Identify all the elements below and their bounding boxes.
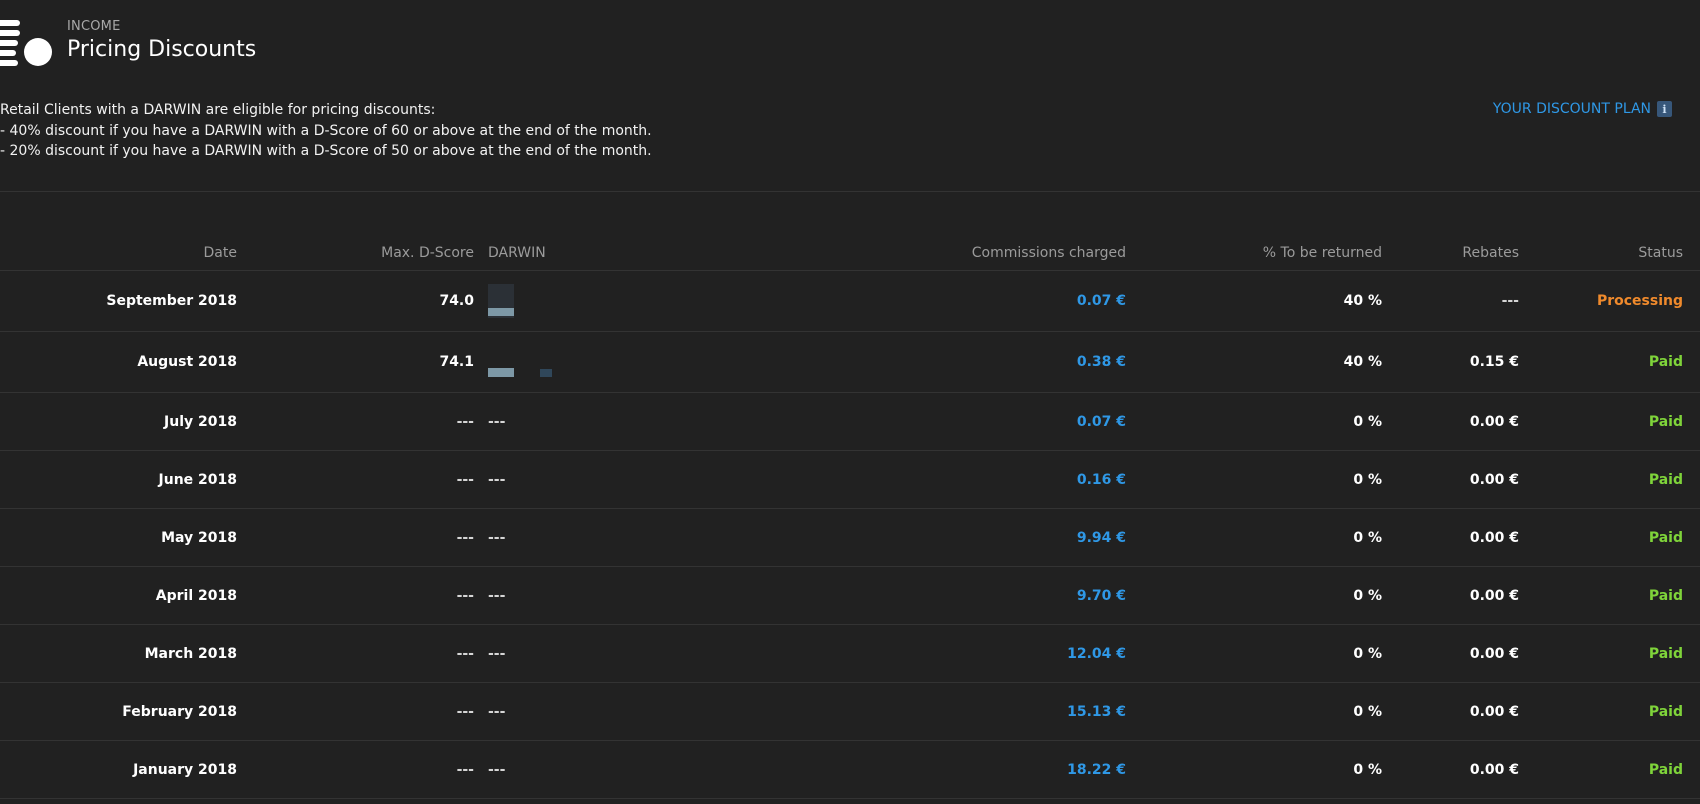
row-returned: 0 % bbox=[1126, 508, 1382, 567]
page-header: INCOME Pricing Discounts bbox=[0, 18, 400, 70]
row-dscore: --- bbox=[237, 392, 474, 451]
status-badge: Paid bbox=[1519, 331, 1700, 393]
coins-icon bbox=[0, 20, 54, 68]
row-darwin: --- bbox=[474, 682, 564, 741]
row-dscore: --- bbox=[237, 508, 474, 567]
row-commissions: 12.04 € bbox=[564, 624, 1126, 683]
table-row[interactable]: May 2018 --- --- 9.94 € 0 % 0.00 € Paid bbox=[0, 508, 1700, 567]
divider bbox=[0, 191, 1700, 192]
row-commissions: 0.16 € bbox=[564, 450, 1126, 509]
row-rebates: 0.00 € bbox=[1382, 392, 1519, 451]
row-returned: 0 % bbox=[1126, 566, 1382, 625]
table-row[interactable]: April 2018 --- --- 9.70 € 0 % 0.00 € Pai… bbox=[0, 566, 1700, 625]
column-header-rebates[interactable]: Rebates bbox=[1382, 236, 1519, 271]
sparkline-bar bbox=[540, 369, 552, 377]
table-row[interactable]: February 2018 --- --- 15.13 € 0 % 0.00 €… bbox=[0, 682, 1700, 741]
row-dscore: 74.0 bbox=[237, 270, 474, 332]
discounts-table: Date Max. D-Score DARWIN Commissions cha… bbox=[0, 236, 1700, 799]
page-title: Pricing Discounts bbox=[67, 37, 257, 62]
row-returned: 40 % bbox=[1126, 270, 1382, 332]
row-returned: 0 % bbox=[1126, 450, 1382, 509]
discount-plan-label[interactable]: YOUR DISCOUNT PLAN bbox=[1493, 101, 1651, 117]
intro-line: Retail Clients with a DARWIN are eligibl… bbox=[0, 102, 436, 118]
row-commissions: 0.07 € bbox=[564, 392, 1126, 451]
row-darwin: --- bbox=[474, 450, 564, 509]
row-darwin[interactable] bbox=[474, 331, 564, 393]
row-rebates: 0.00 € bbox=[1382, 566, 1519, 625]
table-row[interactable]: September 2018 74.0 0.07 € 40 % --- Proc… bbox=[0, 270, 1700, 332]
sparkline-bar bbox=[488, 308, 514, 316]
row-rebates: 0.00 € bbox=[1382, 508, 1519, 567]
row-darwin: --- bbox=[474, 392, 564, 451]
darwin-sparkline[interactable] bbox=[488, 283, 556, 319]
column-header-dscore[interactable]: Max. D-Score bbox=[237, 236, 474, 271]
page-eyebrow: INCOME bbox=[67, 19, 121, 34]
row-commissions: 0.07 € bbox=[564, 270, 1126, 332]
row-date: August 2018 bbox=[0, 331, 237, 393]
status-badge: Paid bbox=[1519, 682, 1700, 741]
row-dscore: --- bbox=[237, 624, 474, 683]
row-darwin: --- bbox=[474, 740, 564, 799]
row-rebates: 0.15 € bbox=[1382, 331, 1519, 393]
status-badge: Paid bbox=[1519, 566, 1700, 625]
row-returned: 0 % bbox=[1126, 624, 1382, 683]
row-date: April 2018 bbox=[0, 566, 237, 625]
row-rebates: 0.00 € bbox=[1382, 740, 1519, 799]
column-header-status[interactable]: Status bbox=[1519, 236, 1700, 271]
row-returned: 40 % bbox=[1126, 331, 1382, 393]
row-darwin: --- bbox=[474, 624, 564, 683]
table-row[interactable]: January 2018 --- --- 18.22 € 0 % 0.00 € … bbox=[0, 740, 1700, 799]
row-commissions: 9.94 € bbox=[564, 508, 1126, 567]
column-header-date[interactable]: Date bbox=[0, 236, 237, 271]
row-darwin: --- bbox=[474, 508, 564, 567]
row-date: July 2018 bbox=[0, 392, 237, 451]
table-row[interactable]: August 2018 74.1 0.38 € 40 % 0.15 € Paid bbox=[0, 331, 1700, 393]
row-commissions: 9.70 € bbox=[564, 566, 1126, 625]
row-date: May 2018 bbox=[0, 508, 237, 567]
status-badge: Paid bbox=[1519, 392, 1700, 451]
table-row[interactable]: March 2018 --- --- 12.04 € 0 % 0.00 € Pa… bbox=[0, 624, 1700, 683]
row-commissions: 18.22 € bbox=[564, 740, 1126, 799]
table-header-row: Date Max. D-Score DARWIN Commissions cha… bbox=[0, 236, 1700, 271]
row-dscore: --- bbox=[237, 740, 474, 799]
row-darwin: --- bbox=[474, 566, 564, 625]
discount-description: Retail Clients with a DARWIN are eligibl… bbox=[0, 100, 652, 162]
row-rebates: 0.00 € bbox=[1382, 624, 1519, 683]
intro-line: - 20% discount if you have a DARWIN with… bbox=[0, 143, 652, 159]
row-rebates: --- bbox=[1382, 270, 1519, 332]
row-date: February 2018 bbox=[0, 682, 237, 741]
row-commissions: 15.13 € bbox=[564, 682, 1126, 741]
row-darwin[interactable] bbox=[474, 270, 564, 332]
status-badge: Paid bbox=[1519, 508, 1700, 567]
row-date: September 2018 bbox=[0, 270, 237, 332]
row-date: January 2018 bbox=[0, 740, 237, 799]
sparkline-bar bbox=[488, 368, 514, 377]
status-badge: Paid bbox=[1519, 624, 1700, 683]
row-rebates: 0.00 € bbox=[1382, 682, 1519, 741]
intro-line: - 40% discount if you have a DARWIN with… bbox=[0, 122, 652, 139]
row-dscore: --- bbox=[237, 450, 474, 509]
row-rebates: 0.00 € bbox=[1382, 450, 1519, 509]
info-icon[interactable]: i bbox=[1657, 101, 1672, 117]
status-badge: Processing bbox=[1519, 270, 1700, 332]
darwin-sparkline[interactable] bbox=[488, 344, 556, 380]
status-badge: Paid bbox=[1519, 740, 1700, 799]
status-badge: Paid bbox=[1519, 450, 1700, 509]
row-date: June 2018 bbox=[0, 450, 237, 509]
table-row[interactable]: June 2018 --- --- 0.16 € 0 % 0.00 € Paid bbox=[0, 450, 1700, 509]
row-commissions: 0.38 € bbox=[564, 331, 1126, 393]
table-row[interactable]: July 2018 --- --- 0.07 € 0 % 0.00 € Paid bbox=[0, 392, 1700, 451]
discount-plan-link[interactable]: YOUR DISCOUNT PLAN i bbox=[1493, 100, 1672, 118]
row-returned: 0 % bbox=[1126, 392, 1382, 451]
row-dscore: --- bbox=[237, 566, 474, 625]
row-dscore: --- bbox=[237, 682, 474, 741]
row-dscore: 74.1 bbox=[237, 331, 474, 393]
column-header-returned[interactable]: % To be returned bbox=[1126, 236, 1382, 271]
row-returned: 0 % bbox=[1126, 740, 1382, 799]
column-header-commissions[interactable]: Commissions charged bbox=[564, 236, 1126, 271]
column-header-darwin[interactable]: DARWIN bbox=[474, 236, 564, 271]
row-returned: 0 % bbox=[1126, 682, 1382, 741]
row-date: March 2018 bbox=[0, 624, 237, 683]
